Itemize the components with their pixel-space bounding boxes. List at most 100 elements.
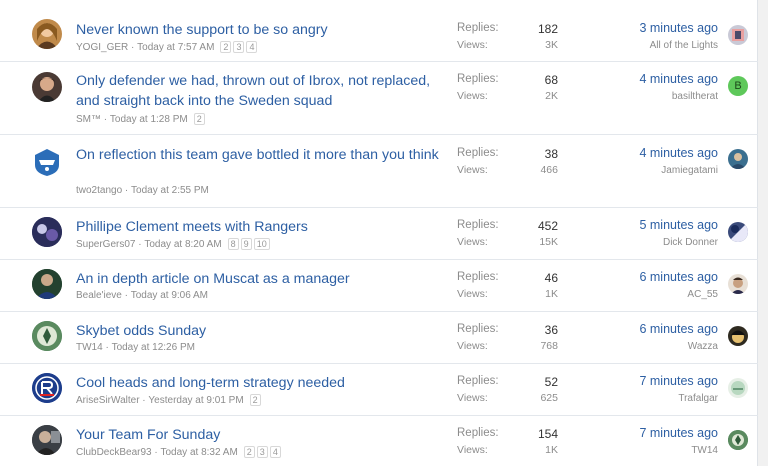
last-poster-avatar[interactable] xyxy=(728,222,748,242)
author-avatar[interactable] xyxy=(32,147,62,177)
thread-meta: YOGI_GER · Today at 7:57 AM 2 3 4 xyxy=(76,41,258,53)
page-link[interactable]: 10 xyxy=(253,238,270,250)
author-avatar[interactable] xyxy=(32,425,62,455)
thread-title-link[interactable]: An in depth article on Muscat as a manag… xyxy=(76,269,441,289)
replies-count: 68 xyxy=(544,73,558,87)
last-post-time-link[interactable]: 4 minutes ago xyxy=(639,146,718,160)
replies-label: Replies: xyxy=(457,219,499,231)
replies-count: 38 xyxy=(544,147,558,161)
last-poster-avatar[interactable] xyxy=(728,25,748,45)
last-post-time-link[interactable]: 6 minutes ago xyxy=(639,322,718,336)
thread-title-link[interactable]: Skybet odds Sunday xyxy=(76,321,441,341)
page-link[interactable]: 4 xyxy=(269,446,281,458)
views-label: Views: xyxy=(457,340,488,352)
thread-author-link[interactable]: AriseSirWalter xyxy=(76,395,140,406)
thread-row: Only defender we had, thrown out of Ibro… xyxy=(0,62,758,135)
page-link[interactable]: 2 xyxy=(243,446,255,458)
page-link[interactable]: 3 xyxy=(233,41,245,53)
views-label: Views: xyxy=(457,444,488,456)
last-poster-link[interactable]: TW14 xyxy=(691,445,718,456)
page-links: 2 3 4 xyxy=(243,446,281,458)
thread-author-link[interactable]: Beale'ieve xyxy=(76,290,122,301)
last-poster-avatar[interactable] xyxy=(728,326,748,346)
page-link[interactable]: 2 xyxy=(220,41,232,53)
thread-title-link[interactable]: Only defender we had, thrown out of Ibro… xyxy=(76,71,441,111)
replies-label: Replies: xyxy=(457,375,499,387)
replies-count: 452 xyxy=(537,219,558,233)
thread-title-link[interactable]: Never known the support to be so angry xyxy=(76,20,441,40)
author-avatar[interactable] xyxy=(32,19,62,49)
thread-start-date[interactable]: Yesterday at 9:01 PM xyxy=(148,395,243,406)
thread-start-date[interactable]: Today at 1:28 PM xyxy=(110,114,188,125)
thread-row: Skybet odds Sunday TW14 · Today at 12:26… xyxy=(0,312,758,364)
replies-label: Replies: xyxy=(457,323,499,335)
views-count: 466 xyxy=(540,164,558,176)
last-poster-link[interactable]: All of the Lights xyxy=(650,40,718,51)
views-count: 625 xyxy=(540,392,558,404)
views-label: Views: xyxy=(457,39,488,51)
last-post-time-link[interactable]: 4 minutes ago xyxy=(639,72,718,86)
thread-title-link[interactable]: Phillipe Clement meets with Rangers xyxy=(76,217,441,237)
thread-start-date[interactable]: Today at 8:20 AM xyxy=(144,239,221,250)
author-avatar[interactable] xyxy=(32,373,62,403)
thread-title-link[interactable]: Cool heads and long-term strategy needed xyxy=(76,373,441,393)
thread-author-link[interactable]: SM™ xyxy=(76,114,101,125)
thread-meta: Beale'ieve · Today at 9:06 AM xyxy=(76,290,209,301)
thread-author-link[interactable]: two2tango xyxy=(76,185,122,196)
replies-count: 36 xyxy=(544,323,558,337)
thread-meta: SuperGers07 · Today at 8:20 AM 8 9 10 xyxy=(76,238,270,250)
page-links: 8 9 10 xyxy=(227,238,270,250)
last-poster-avatar[interactable]: B xyxy=(728,76,748,96)
thread-start-date[interactable]: Today at 9:06 AM xyxy=(131,290,208,301)
last-poster-avatar[interactable] xyxy=(728,274,748,294)
thread-author-link[interactable]: ClubDeckBear93 xyxy=(76,447,152,458)
last-poster-link[interactable]: AC_55 xyxy=(687,289,718,300)
last-poster-avatar[interactable] xyxy=(728,378,748,398)
page-link[interactable]: 9 xyxy=(240,238,252,250)
views-count: 2K xyxy=(545,90,558,102)
page-link[interactable]: 2 xyxy=(193,113,205,125)
replies-label: Replies: xyxy=(457,427,499,439)
thread-start-date[interactable]: Today at 7:57 AM xyxy=(137,42,214,53)
thread-title-link[interactable]: Your Team For Sunday xyxy=(76,425,441,445)
thread-meta: TW14 · Today at 12:26 PM xyxy=(76,342,195,353)
views-count: 1K xyxy=(545,288,558,300)
views-count: 1K xyxy=(545,444,558,456)
author-avatar[interactable] xyxy=(32,269,62,299)
author-avatar[interactable] xyxy=(32,72,62,102)
thread-author-link[interactable]: SuperGers07 xyxy=(76,239,135,250)
last-poster-link[interactable]: Dick Donner xyxy=(663,237,718,248)
views-label: Views: xyxy=(457,236,488,248)
last-poster-link[interactable]: Jamiegatami xyxy=(661,165,718,176)
thread-meta: AriseSirWalter · Yesterday at 9:01 PM 2 xyxy=(76,394,261,406)
last-post-time-link[interactable]: 7 minutes ago xyxy=(639,426,718,440)
last-post-time-link[interactable]: 3 minutes ago xyxy=(639,21,718,35)
last-poster-link[interactable]: basiltherat xyxy=(672,91,718,102)
thread-start-date[interactable]: Today at 2:55 PM xyxy=(131,185,209,196)
page-link[interactable]: 8 xyxy=(227,238,239,250)
page-link[interactable]: 2 xyxy=(249,394,261,406)
last-poster-avatar[interactable] xyxy=(728,430,748,450)
thread-author-link[interactable]: YOGI_GER xyxy=(76,42,128,53)
last-post-time-link[interactable]: 5 minutes ago xyxy=(639,218,718,232)
scrollbar[interactable] xyxy=(758,0,768,466)
last-poster-link[interactable]: Wazza xyxy=(688,341,718,352)
last-poster-link[interactable]: Trafalgar xyxy=(678,393,718,404)
thread-start-date[interactable]: Today at 8:32 AM xyxy=(161,447,238,458)
last-poster-avatar[interactable] xyxy=(728,149,748,169)
page-link[interactable]: 4 xyxy=(246,41,258,53)
replies-count: 154 xyxy=(537,427,558,441)
thread-author-link[interactable]: TW14 xyxy=(76,342,103,353)
views-count: 3K xyxy=(545,39,558,51)
author-avatar[interactable] xyxy=(32,217,62,247)
thread-start-date[interactable]: Today at 12:26 PM xyxy=(112,342,195,353)
last-poster-initial: B xyxy=(734,80,742,92)
last-post-time-link[interactable]: 6 minutes ago xyxy=(639,270,718,284)
replies-label: Replies: xyxy=(457,73,499,85)
last-post-time-link[interactable]: 7 minutes ago xyxy=(639,374,718,388)
thread-list: Never known the support to be so angry Y… xyxy=(0,0,758,466)
thread-title-link[interactable]: On reflection this team gave bottled it … xyxy=(76,145,441,165)
views-label: Views: xyxy=(457,392,488,404)
page-link[interactable]: 3 xyxy=(256,446,268,458)
author-avatar[interactable] xyxy=(32,321,62,351)
